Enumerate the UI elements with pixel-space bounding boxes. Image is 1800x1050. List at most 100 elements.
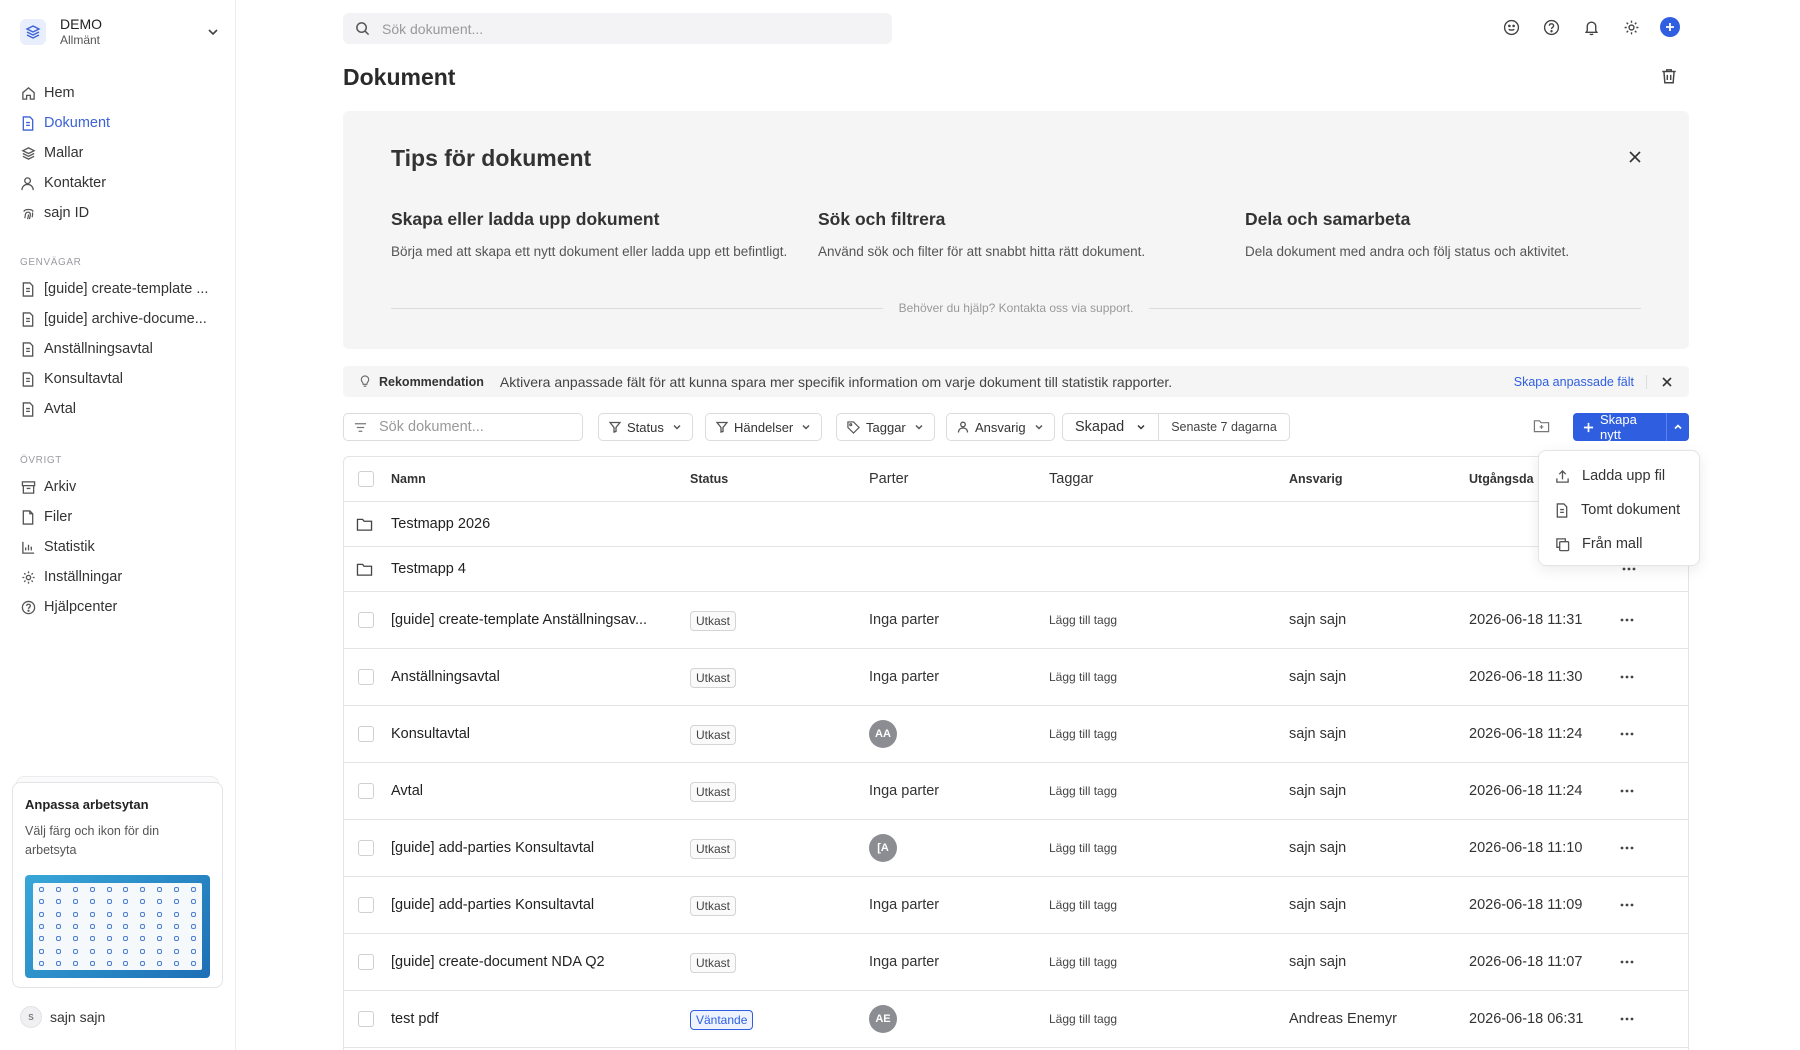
menu-item-upload-file[interactable]: Ladda upp fil: [1539, 459, 1699, 493]
customize-workspace-card[interactable]: Anpassa arbetsytan Välj färg och ikon fö…: [12, 782, 223, 988]
folder-row[interactable]: Testmapp 4: [344, 547, 1688, 592]
document-name[interactable]: Konsultavtal: [391, 726, 470, 742]
tags-filter-button[interactable]: Taggar: [836, 413, 935, 441]
feedback-smiley-icon[interactable]: [1500, 16, 1522, 38]
close-icon[interactable]: [1661, 376, 1673, 388]
table-row[interactable]: [guide] create-document NDA Q2 Utkast In…: [344, 934, 1688, 991]
add-tag-button[interactable]: Lägg till tagg: [1049, 670, 1117, 684]
responsible-filter-button[interactable]: Ansvarig: [946, 413, 1055, 441]
date-range-select[interactable]: Senaste 7 dagarna: [1159, 413, 1290, 441]
nav-item-files[interactable]: Filer: [20, 502, 220, 532]
more-options-icon[interactable]: [1620, 732, 1634, 736]
create-custom-fields-link[interactable]: Skapa anpassade fält: [1514, 374, 1647, 389]
close-icon[interactable]: [1627, 149, 1643, 165]
events-filter-button[interactable]: Händelser: [705, 413, 823, 441]
nav-item-settings[interactable]: Inställningar: [20, 562, 220, 592]
column-header-tags[interactable]: Taggar: [1049, 471, 1093, 487]
more-options-icon[interactable]: [1620, 1017, 1634, 1021]
create-new-dropdown-toggle[interactable]: [1666, 413, 1689, 441]
gear-icon[interactable]: [1620, 16, 1642, 38]
column-header-name[interactable]: Namn: [391, 472, 426, 486]
column-header-responsible[interactable]: Ansvarig: [1289, 472, 1343, 486]
nav-item-help-center[interactable]: Hjälpcenter: [20, 592, 220, 622]
avatar: s: [20, 1006, 42, 1028]
add-tag-button[interactable]: Lägg till tagg: [1049, 727, 1117, 741]
trash-icon[interactable]: [1660, 67, 1678, 85]
document-name[interactable]: [guide] add-parties Konsultavtal: [391, 897, 594, 913]
column-header-expiry[interactable]: Utgångsda: [1469, 472, 1534, 486]
plus-icon[interactable]: [1660, 17, 1680, 37]
nav-item-statistics[interactable]: Statistik: [20, 532, 220, 562]
shortcut-item[interactable]: [guide] archive-docume...: [20, 304, 220, 334]
table-row[interactable]: [guide] add-parties Konsultavtal Utkast …: [344, 877, 1688, 934]
add-tag-button[interactable]: Lägg till tagg: [1049, 1012, 1117, 1026]
row-checkbox[interactable]: [358, 612, 374, 628]
more-options-icon[interactable]: [1620, 789, 1634, 793]
more-options-icon[interactable]: [1620, 903, 1634, 907]
table-row[interactable]: [guide] create-template Anställningsav..…: [344, 592, 1688, 649]
main-nav: Hem Dokument Mallar Kontakter sajn ID: [20, 78, 220, 228]
table-row[interactable]: test pdf Väntande AE Lägg till tagg Andr…: [344, 991, 1688, 1048]
row-checkbox[interactable]: [358, 954, 374, 970]
more-options-icon[interactable]: [1622, 567, 1636, 571]
shortcut-item[interactable]: Anställningsavtal: [20, 334, 220, 364]
status-filter-button[interactable]: Status: [598, 413, 693, 441]
status-badge: Utkast: [690, 953, 737, 973]
row-checkbox[interactable]: [358, 840, 374, 856]
row-checkbox[interactable]: [358, 669, 374, 685]
shortcut-item[interactable]: [guide] create-template ...: [20, 274, 220, 304]
more-options-icon[interactable]: [1620, 960, 1634, 964]
document-name[interactable]: [guide] create-document NDA Q2: [391, 954, 605, 970]
add-tag-button[interactable]: Lägg till tagg: [1049, 841, 1117, 855]
add-tag-button[interactable]: Lägg till tagg: [1049, 613, 1117, 627]
grid-glyph-icon: [191, 911, 197, 917]
status-badge: Utkast: [690, 668, 737, 688]
row-checkbox[interactable]: [358, 897, 374, 913]
user-menu[interactable]: s sajn sajn: [20, 1006, 105, 1028]
bell-icon[interactable]: [1580, 16, 1602, 38]
document-name[interactable]: Avtal: [391, 783, 423, 799]
shortcut-item[interactable]: Konsultavtal: [20, 364, 220, 394]
more-options-icon[interactable]: [1620, 675, 1634, 679]
document-name[interactable]: [guide] add-parties Konsultavtal: [391, 840, 594, 856]
document-name[interactable]: Anställningsavtal: [391, 669, 500, 685]
column-header-parter[interactable]: Parter: [869, 471, 909, 487]
document-name[interactable]: [guide] create-template Anställningsav..…: [391, 612, 647, 628]
create-new-button[interactable]: Skapa nytt: [1573, 412, 1667, 442]
nav-item-archive[interactable]: Arkiv: [20, 472, 220, 502]
more-options-icon[interactable]: [1620, 846, 1634, 850]
row-checkbox[interactable]: [358, 1011, 374, 1027]
workspace-switcher[interactable]: DEMO Allmänt: [20, 14, 220, 50]
select-all-checkbox[interactable]: [358, 471, 374, 487]
column-header-status[interactable]: Status: [690, 472, 728, 486]
more-options-icon[interactable]: [1620, 618, 1634, 622]
nav-item-home[interactable]: Hem: [20, 78, 220, 108]
row-checkbox[interactable]: [358, 726, 374, 742]
help-icon[interactable]: [1540, 16, 1562, 38]
add-tag-button[interactable]: Lägg till tagg: [1049, 955, 1117, 969]
nav-item-contacts[interactable]: Kontakter: [20, 168, 220, 198]
nav-item-templates[interactable]: Mallar: [20, 138, 220, 168]
document-name[interactable]: test pdf: [391, 1011, 439, 1027]
date-cell: 2026-06-18 11:24: [1469, 783, 1583, 799]
row-checkbox[interactable]: [358, 783, 374, 799]
global-search-input[interactable]: Sök dokument...: [343, 13, 892, 44]
support-link[interactable]: Behöver du hjälp? Kontakta oss via suppo…: [883, 301, 1150, 315]
menu-item-from-template[interactable]: Från mall: [1539, 527, 1699, 561]
table-row[interactable]: Anställningsavtal Utkast Inga parter Läg…: [344, 649, 1688, 706]
add-tag-button[interactable]: Lägg till tagg: [1049, 784, 1117, 798]
table-row[interactable]: Konsultavtal Utkast AA Lägg till tagg sa…: [344, 706, 1688, 763]
add-tag-button[interactable]: Lägg till tagg: [1049, 898, 1117, 912]
menu-item-blank-document[interactable]: Tomt dokument: [1539, 493, 1699, 527]
shortcut-item[interactable]: Avtal: [20, 394, 220, 424]
table-row[interactable]: Avtal Utkast Inga parter Lägg till tagg …: [344, 763, 1688, 820]
folder-row[interactable]: Testmapp 2026: [344, 502, 1688, 547]
nav-item-documents[interactable]: Dokument: [20, 108, 220, 138]
new-folder-icon[interactable]: [1533, 418, 1550, 434]
nav-item-sajn-id[interactable]: sajn ID: [20, 198, 220, 228]
table-row[interactable]: [guide] add-parties Konsultavtal Utkast …: [344, 820, 1688, 877]
grid-glyph-icon: [72, 911, 78, 917]
created-field-select[interactable]: Skapad: [1062, 413, 1160, 441]
document-search-input[interactable]: Sök dokument...: [343, 413, 583, 441]
tip-search-filter: Sök och filtrera Använd sök och filter f…: [818, 209, 1218, 262]
